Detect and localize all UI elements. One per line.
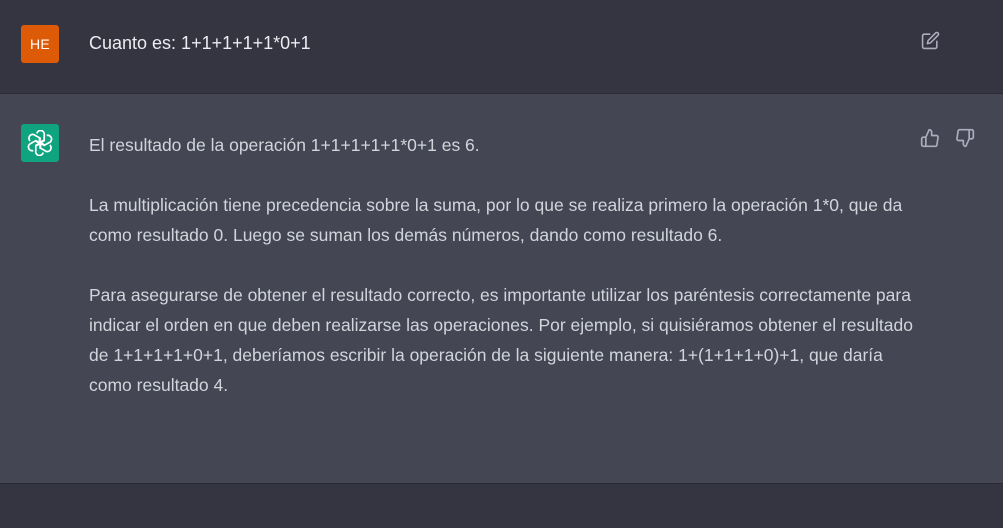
assistant-paragraph: La multiplicación tiene precedencia sobr… [89,195,903,245]
openai-logo-icon [27,130,53,156]
assistant-message-text: El resultado de la operación 1+1+1+1+1*0… [89,130,919,400]
thumbs-up-button[interactable] [918,126,942,150]
chat-bottom-area [0,484,1003,528]
user-avatar: HE [21,25,59,63]
user-message-text: Cuanto es: 1+1+1+1+1*0+1 [89,33,311,53]
thumbs-down-button[interactable] [953,126,977,150]
thumbs-down-icon [956,128,975,148]
user-message-row: HE Cuanto es: 1+1+1+1+1*0+1 [0,0,1003,94]
assistant-message-row: El resultado de la operación 1+1+1+1+1*0… [0,94,1003,484]
assistant-avatar [21,124,59,162]
chat-conversation: HE Cuanto es: 1+1+1+1+1*0+1 El resultado… [0,0,1003,528]
assistant-paragraph: Para asegurarse de obtener el resultado … [89,285,913,395]
assistant-paragraph: El resultado de la operación 1+1+1+1+1*0… [89,135,480,155]
edit-icon [921,31,939,49]
user-avatar-initials: HE [29,36,51,52]
thumbs-up-icon [920,128,939,148]
edit-message-button[interactable] [918,28,942,52]
